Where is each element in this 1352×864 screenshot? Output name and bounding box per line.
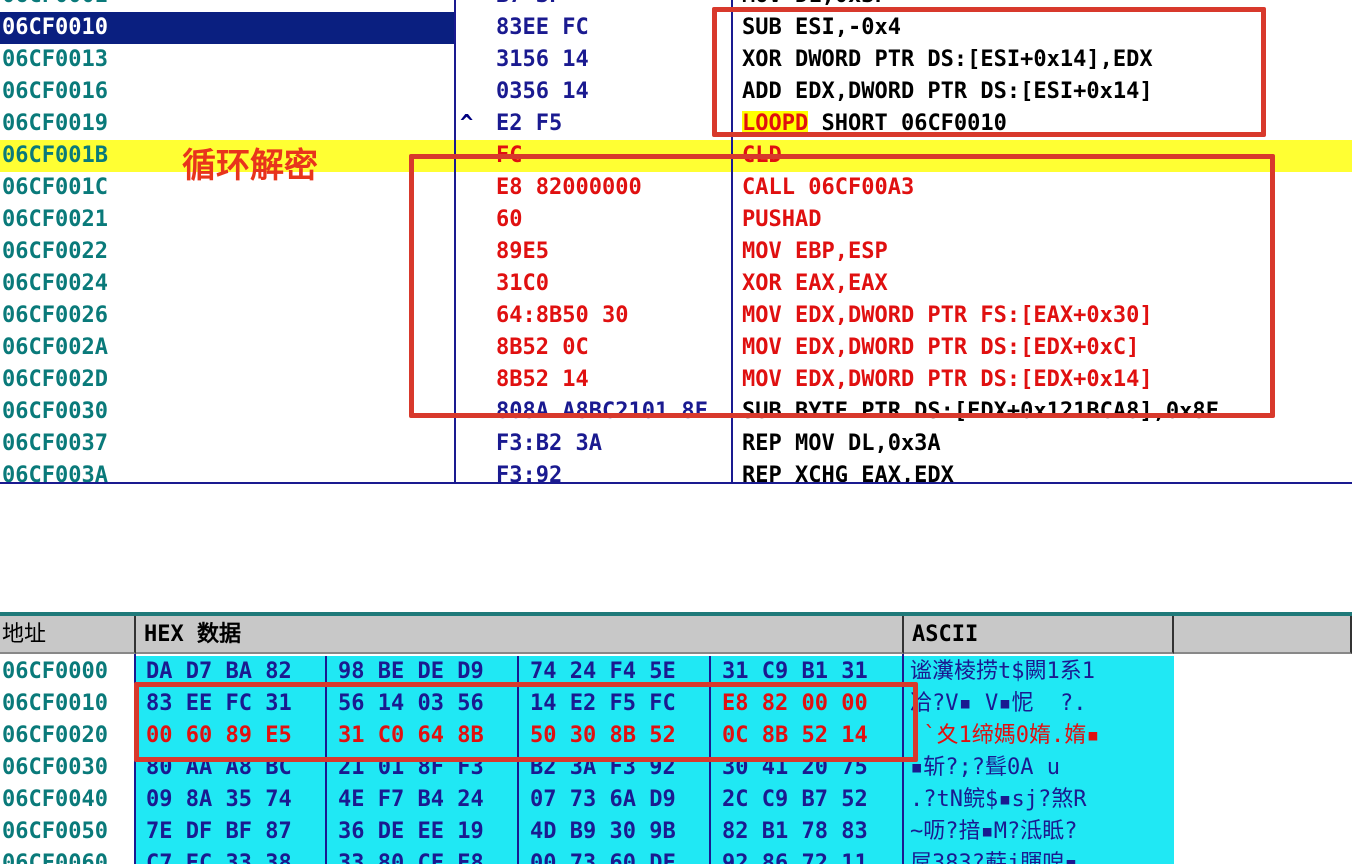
disasm-instruction: REP XCHG EAX,EDX <box>742 460 954 484</box>
disasm-hex: B7 3F <box>496 0 562 12</box>
ascii-cell[interactable]: 冾?V▪ V▪怩 ?. <box>904 688 1174 720</box>
column-header-empty <box>1174 616 1352 654</box>
disasm-address: 06CF0026 <box>2 303 108 328</box>
disasm-address: 06CF001C <box>2 175 108 200</box>
dump-row[interactable]: 06CF0060 C7 EC 33 38 33 80 CF E8 00 73 60 D… <box>0 848 1352 864</box>
hex-byte-group[interactable]: 4D B9 30 9B <box>530 816 676 848</box>
jump-marker: ^ <box>460 111 474 136</box>
hex-byte-group[interactable]: 07 73 6A D9 <box>530 784 676 816</box>
disasm-address: 06CF0016 <box>2 79 108 104</box>
annotation-label: 循环解密 <box>182 146 318 186</box>
hex-byte-group[interactable]: 33 80 CF E8 <box>338 848 484 864</box>
column-header-address[interactable]: 地址 <box>0 616 136 654</box>
dump-address: 06CF0020 <box>2 723 108 748</box>
hex-group-divider <box>517 784 519 816</box>
disasm-row[interactable]: 06CF0037 F3:B2 3A REP MOV DL,0x3A <box>0 428 1352 460</box>
dump-row[interactable]: 06CF0050 7E DF BF 87 36 DE EE 19 4D B9 30 9… <box>0 816 1352 848</box>
hex-group-divider <box>709 784 711 816</box>
hex-byte-group[interactable]: 7E DF BF 87 <box>146 816 292 848</box>
disasm-row[interactable]: 06CF003A F3:92 REP XCHG EAX,EDX <box>0 460 1352 484</box>
dump-address: 06CF0050 <box>2 819 108 844</box>
annotation-box-dump-bytes <box>134 682 918 762</box>
ascii-cell[interactable]: .?tN鲩$▪sj?煞R <box>904 784 1174 816</box>
column-header-hex[interactable]: HEX 数据 <box>136 616 904 654</box>
annotation-box-decrypt-loop <box>712 7 1266 137</box>
ascii-cell[interactable]: 屌383?蓒j賱唕▪ <box>904 848 1174 864</box>
disasm-address: 06CF0024 <box>2 271 108 296</box>
dump-address: 06CF0010 <box>2 691 108 716</box>
dump-row[interactable]: 06CF0040 09 8A 35 74 4E F7 B4 24 07 73 6A D… <box>0 784 1352 816</box>
disasm-hex: F3:92 <box>496 463 563 484</box>
disasm-address: 06CF003A <box>2 463 108 484</box>
disasm-address: 06CF0013 <box>2 47 108 72</box>
hex-group-divider <box>325 784 327 816</box>
disasm-hex: 3156 14 <box>496 47 589 72</box>
hex-group-divider <box>517 848 519 864</box>
disasm-address: 06CF000E <box>2 0 108 12</box>
pane-divider[interactable] <box>0 482 1352 484</box>
hex-group-divider <box>709 848 711 864</box>
hex-byte-group[interactable]: 82 B1 78 83 <box>722 816 868 848</box>
ascii-cell[interactable]: ▪斩?;?髶0A u <box>904 752 1174 784</box>
disasm-hex: F3:B2 3A <box>496 431 602 456</box>
disasm-instruction: REP MOV DL,0x3A <box>742 428 941 460</box>
hex-byte-group[interactable]: 2C C9 B7 52 <box>722 784 868 816</box>
disasm-address: 06CF0010 <box>2 15 108 40</box>
hex-byte-group[interactable]: 36 DE EE 19 <box>338 816 484 848</box>
disasm-address: 06CF001B <box>2 143 108 168</box>
hex-byte-group[interactable]: 00 73 60 DF <box>530 848 676 864</box>
disasm-address: 06CF0022 <box>2 239 108 264</box>
annotation-box-decrypted-code <box>409 154 1275 418</box>
dump-address: 06CF0030 <box>2 755 108 780</box>
hex-group-divider <box>517 816 519 848</box>
disasm-hex: 0356 14 <box>496 79 589 104</box>
dump-address: 06CF0060 <box>2 851 108 864</box>
disasm-address: 06CF0021 <box>2 207 108 232</box>
hex-group-divider <box>325 816 327 848</box>
disasm-hex: 83EE FC <box>496 15 589 40</box>
disasm-hex: E2 F5 <box>496 111 563 136</box>
hex-byte-group[interactable]: 09 8A 35 74 <box>146 784 292 816</box>
disasm-address: 06CF002A <box>2 335 108 360</box>
hex-group-divider <box>325 848 327 864</box>
dump-address: 06CF0040 <box>2 787 108 812</box>
disasm-address: 06CF0019 <box>2 111 108 136</box>
hex-byte-group[interactable]: 92 86 72 11 <box>722 848 868 864</box>
hex-byte-group[interactable]: C7 EC 33 38 <box>146 848 292 864</box>
column-header-ascii[interactable]: ASCII <box>904 616 1174 654</box>
instruction-text: REP XCHG EAX,EDX <box>742 463 954 484</box>
hex-byte-group[interactable]: 4E F7 B4 24 <box>338 784 484 816</box>
ascii-cell[interactable]: 谧瀵棱捞t$闕1系1 <box>904 656 1174 688</box>
disasm-address: 06CF002D <box>2 367 108 392</box>
hex-group-divider <box>709 816 711 848</box>
instruction-text: REP MOV DL,0x3A <box>742 431 941 456</box>
ascii-cell[interactable]: ~呖?揞▪M?泜眡? <box>904 816 1174 848</box>
dump-address: 06CF0000 <box>2 659 108 684</box>
disasm-address: 06CF0037 <box>2 431 108 456</box>
ascii-cell[interactable]: .`夊1缔媽0媠.媠▪ <box>904 720 1174 752</box>
disasm-address: 06CF0030 <box>2 399 108 424</box>
